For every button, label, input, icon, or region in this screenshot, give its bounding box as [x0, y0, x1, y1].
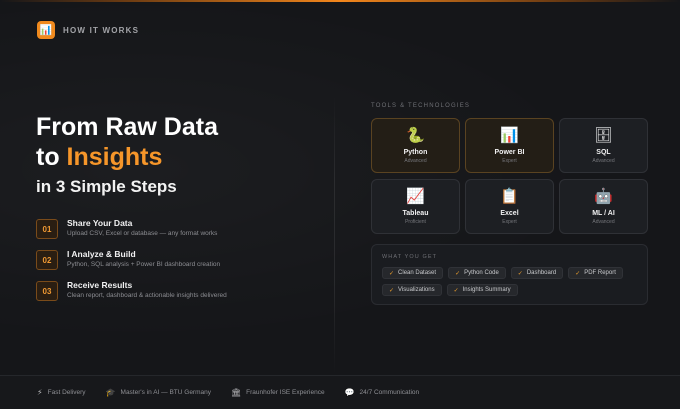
institution-icon: 🏛: [231, 388, 242, 397]
check-icon: ✓: [455, 270, 461, 277]
deliverable-label: Clean Dataset: [398, 270, 437, 276]
footer-feature-label: Master's in AI — BTU Germany: [120, 389, 211, 396]
tools-section-label: TOOLS & TECHNOLOGIES: [371, 103, 471, 109]
step-number-badge: 03: [36, 281, 58, 301]
step-number-badge: 01: [36, 219, 58, 239]
tool-card-ml-ai: 🤖 ML / AI Advanced: [559, 179, 648, 234]
tool-card-tableau: 📈 Tableau Proficient: [371, 179, 460, 234]
tool-name: Excel: [500, 209, 519, 217]
step-item: 02 I Analyze & Build Python, SQL analysi…: [36, 249, 306, 280]
brand-header: 📊 HOW IT WORKS: [37, 21, 139, 39]
tool-name: Python: [403, 148, 428, 156]
step-title: I Analyze & Build: [67, 249, 136, 259]
graduation-cap-icon: 🎓: [105, 388, 116, 397]
what-you-get-label: WHAT YOU GET: [382, 254, 438, 260]
footer-feature: 💬 24/7 Communication: [345, 388, 420, 397]
tool-card-python: 🐍 Python Advanced: [371, 118, 460, 173]
database-cabinet-icon: 🗄: [593, 126, 614, 144]
step-title: Receive Results: [67, 280, 133, 290]
deliverable-chip: ✓ Insights Summary: [446, 284, 518, 296]
hero-line-2: to Insights: [36, 142, 218, 172]
footer-feature-label: 24/7 Communication: [359, 389, 420, 396]
tool-card-power-bi: 📊 Power BI Expert: [465, 118, 554, 173]
footer-feature: 🏛 Fraunhofer ISE Experience: [231, 388, 325, 397]
tool-name: ML / AI: [592, 209, 615, 217]
footer-feature-label: Fraunhofer ISE Experience: [246, 389, 325, 396]
step-description: Clean report, dashboard & actionable ins…: [67, 292, 227, 299]
tool-level: Advanced: [592, 157, 615, 164]
chart-icon: 📊: [37, 21, 55, 39]
hero-line-2-prefix: to: [36, 143, 67, 171]
clipboard-icon: 📋: [500, 187, 519, 205]
tool-level: Advanced: [404, 157, 427, 164]
deliverable-chip: ✓ Clean Dataset: [382, 267, 444, 279]
deliverable-label: Dashboard: [526, 270, 557, 276]
python-snake-icon: 🐍: [406, 126, 425, 144]
vertical-divider: [334, 95, 335, 375]
step-item: 01 Share Your Data Upload CSV, Excel or …: [36, 218, 306, 249]
tool-level: Proficient: [405, 218, 426, 225]
trend-chart-icon: 📈: [406, 187, 425, 205]
footer-feature: ⚡ Fast Delivery: [37, 388, 86, 397]
step-title: Share Your Data: [67, 218, 133, 228]
tool-level: Expert: [502, 218, 517, 225]
check-icon: ✓: [389, 287, 395, 294]
robot-icon: 🤖: [594, 187, 613, 205]
check-icon: ✓: [517, 270, 523, 277]
deliverable-chip: ✓ Visualizations: [382, 284, 442, 296]
deliverable-chip: ✓ Python Code: [448, 267, 506, 279]
section-title: HOW IT WORKS: [63, 25, 140, 35]
tool-card-sql: 🗄 SQL Advanced: [559, 118, 648, 173]
lightning-icon: ⚡: [37, 388, 43, 397]
what-you-get-panel: WHAT YOU GET ✓ Clean Dataset ✓ Python Code…: [371, 244, 648, 305]
tool-level: Advanced: [592, 218, 615, 225]
tool-name: SQL: [596, 148, 611, 156]
deliverable-label: PDF Report: [584, 270, 616, 276]
deliverable-label: Insights Summary: [462, 287, 511, 293]
deliverable-label: Visualizations: [398, 287, 435, 293]
footer-feature-label: Fast Delivery: [47, 389, 86, 396]
check-icon: ✓: [575, 270, 581, 277]
deliverable-chip: ✓ PDF Report: [568, 267, 623, 279]
steps-list: 01 Share Your Data Upload CSV, Excel or …: [36, 218, 306, 311]
deliverables-list: ✓ Clean Dataset ✓ Python Code ✓ Dashboard ✓…: [382, 267, 644, 296]
deliverable-label: Python Code: [464, 270, 499, 276]
hero-subtitle: in 3 Simple Steps: [36, 177, 177, 196]
check-icon: ✓: [453, 287, 459, 294]
hero-title: From Raw Data to Insights: [36, 112, 218, 172]
hero-accent-word: Insights: [66, 143, 163, 171]
tool-name: Tableau: [402, 209, 429, 217]
step-description: Upload CSV, Excel or database — any form…: [67, 230, 218, 237]
footer-feature: 🎓 Master's in AI — BTU Germany: [106, 388, 211, 397]
step-description: Python, SQL analysis + Power BI dashboar…: [67, 261, 221, 268]
bar-chart-icon: 📊: [500, 126, 519, 144]
check-icon: ✓: [389, 270, 395, 277]
tool-name: Power BI: [494, 148, 525, 156]
step-item: 03 Receive Results Clean report, dashboa…: [36, 280, 306, 311]
tools-grid: 🐍 Python Advanced 📊 Power BI Expert 🗄 SQ…: [371, 118, 648, 234]
step-number-badge: 02: [36, 250, 58, 270]
hero-line-1: From Raw Data: [36, 113, 218, 141]
footer-bar: ⚡ Fast Delivery 🎓 Master's in AI — BTU G…: [0, 375, 680, 409]
chat-bubble-icon: 💬: [344, 388, 355, 397]
tool-card-excel: 📋 Excel Expert: [465, 179, 554, 234]
tool-level: Expert: [502, 157, 517, 164]
deliverable-chip: ✓ Dashboard: [510, 267, 564, 279]
